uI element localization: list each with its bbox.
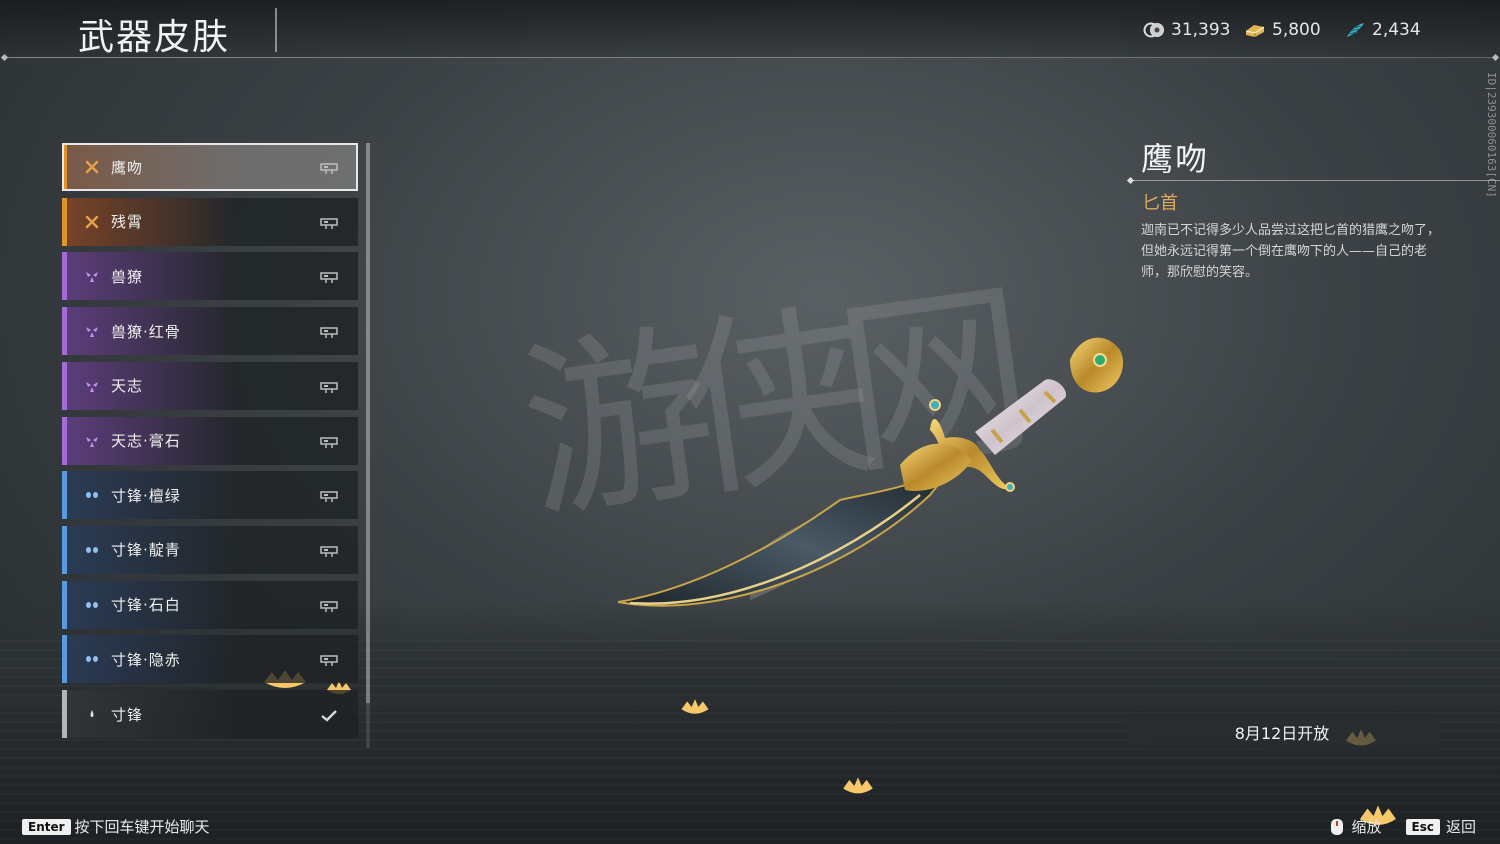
locked-tag-icon [320,324,338,339]
locked-tag-icon [320,488,338,503]
chat-hint: Enter 按下回车键开始聊天 [22,816,210,837]
currency-gold: 5,800 [1244,20,1321,40]
locked-tag-icon [320,543,338,557]
mouse-wheel-icon [1330,818,1343,835]
dagger-preview [617,337,1124,607]
skin-list-item-label: 残霄 [111,213,144,232]
rarity-star-icon [85,215,99,229]
coins-value: 31,393 [1171,20,1231,40]
skin-list-item[interactable]: 兽獠 [62,252,358,301]
locked-tag-icon [320,434,338,448]
chat-hint-text: 按下回车键开始聊天 [74,818,210,836]
skin-list-item[interactable]: 寸锋·靛青 [62,525,358,574]
back-label[interactable]: 返回 [1446,816,1476,837]
locked-tag-icon [320,215,338,229]
list-scrollbar[interactable] [366,143,370,748]
esc-key[interactable]: Esc [1405,818,1440,835]
locked-tag-icon [320,379,338,393]
skin-list-item-label: 寸锋·石白 [111,596,181,615]
skin-list-item-label: 天志·膏石 [111,432,181,450]
rarity-triangle-icon [85,324,99,338]
rarity-triangle-icon [85,269,99,283]
enter-key[interactable]: Enter [22,818,71,835]
detail-divider [1130,180,1500,181]
skin-description: 迦南已不记得多少人品尝过这把匕首的猎鹰之吻了，但她永远记得第一个倒在鹰吻下的人—… [1141,223,1441,280]
locked-tag-icon [320,598,338,612]
skin-list-item-label: 天志 [111,377,144,396]
title-divider [275,8,277,52]
rarity-dots-icon [85,652,99,666]
skin-list-item[interactable]: 残霄 [62,197,358,246]
skin-list-item[interactable]: 寸锋·檀绿 [62,471,358,520]
skin-list-item-label: 鹰吻 [111,158,144,177]
locked-tag-icon [320,269,338,284]
skin-list-item-label: 寸锋 [111,705,144,724]
header-divider [4,57,1496,58]
user-id-text: ID|239300060163[CN] [1485,72,1498,198]
skin-list-item-label: 兽獠·红骨 [111,322,181,341]
release-date-text: 8月12日开放 [1234,724,1330,743]
rarity-drop-icon [85,707,99,721]
skin-list-item[interactable]: 鹰吻 [62,143,358,191]
weapon-type: 匕首 [1142,193,1178,214]
rarity-dots-icon [85,598,99,612]
skin-list-item[interactable]: 寸锋·石白 [62,580,358,629]
release-date-banner: 8月12日开放 [1126,713,1438,751]
coin-pile-icon [1143,22,1164,38]
currency-coins: 31,393 [1143,20,1230,40]
locked-tag-icon [320,652,338,667]
lotus-lantern [843,777,873,794]
jade-feather-icon [1347,23,1364,37]
currency-jade: 2,434 [1344,20,1421,40]
top-bar: 武器皮肤 31,393 5,800 2,434 [0,0,1500,58]
lotus-lantern [681,699,709,714]
skin-list-item[interactable]: 兽獠·红骨 [62,307,358,356]
skin-list-item[interactable]: 寸锋 [62,690,358,738]
skin-list-item-label: 寸锋·靛青 [111,541,181,560]
equipped-check-icon [320,707,338,722]
gold-ingot-icon [1245,25,1265,37]
rarity-star-icon [85,160,99,174]
locked-tag-icon [320,160,338,174]
jade-value: 2,434 [1372,20,1421,40]
skin-list: 鹰吻残霄兽獠兽獠·红骨天志天志·膏石寸锋·檀绿寸锋·靛青寸锋·石白寸锋·隐赤寸锋 [62,143,370,751]
rarity-triangle-icon [85,434,99,448]
gold-value: 5,800 [1272,20,1321,40]
footer-controls: 缩放 Esc 返回 [1328,816,1476,837]
skin-list-item[interactable]: 天志 [62,361,358,410]
rarity-dots-icon [85,543,99,557]
skin-list-item-label: 兽獠 [111,267,144,286]
rarity-triangle-icon [85,379,99,393]
rarity-dots-icon [85,488,99,502]
scrollbar-thumb[interactable] [366,143,370,703]
skin-list-item-label: 寸锋·檀绿 [111,486,181,505]
skin-name: 鹰吻 [1141,140,1210,178]
skin-list-item[interactable]: 寸锋·隐赤 [62,635,358,684]
skin-list-item[interactable]: 天志·膏石 [62,416,358,465]
page-title: 武器皮肤 [78,17,231,58]
zoom-label[interactable]: 缩放 [1352,816,1382,837]
skin-list-item-label: 寸锋·隐赤 [111,650,181,669]
